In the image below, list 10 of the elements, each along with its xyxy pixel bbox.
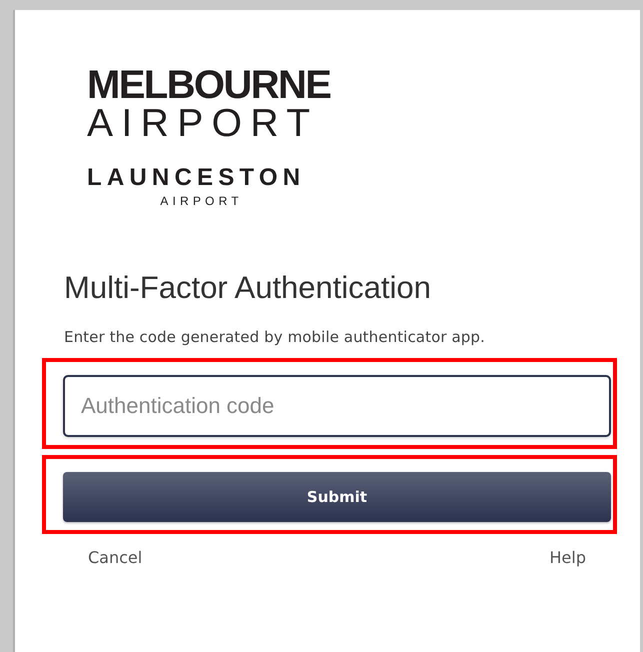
logo-text: AIRPORT — [160, 194, 243, 208]
logo-text: LAUNCESTON — [87, 166, 306, 190]
form-title: Multi-Factor Authentication — [64, 269, 432, 307]
cancel-link[interactable]: Cancel — [88, 548, 142, 567]
help-link[interactable]: Help — [550, 548, 586, 567]
submit-button[interactable]: Submit — [63, 472, 611, 522]
authentication-code-field[interactable]: Authentication code — [63, 375, 611, 437]
instruction-text: Enter the code generated by mobile authenticator app. — [64, 328, 486, 346]
logo-text: MELBOURNE — [87, 68, 330, 102]
logo-text: AIRPORT — [87, 106, 318, 142]
